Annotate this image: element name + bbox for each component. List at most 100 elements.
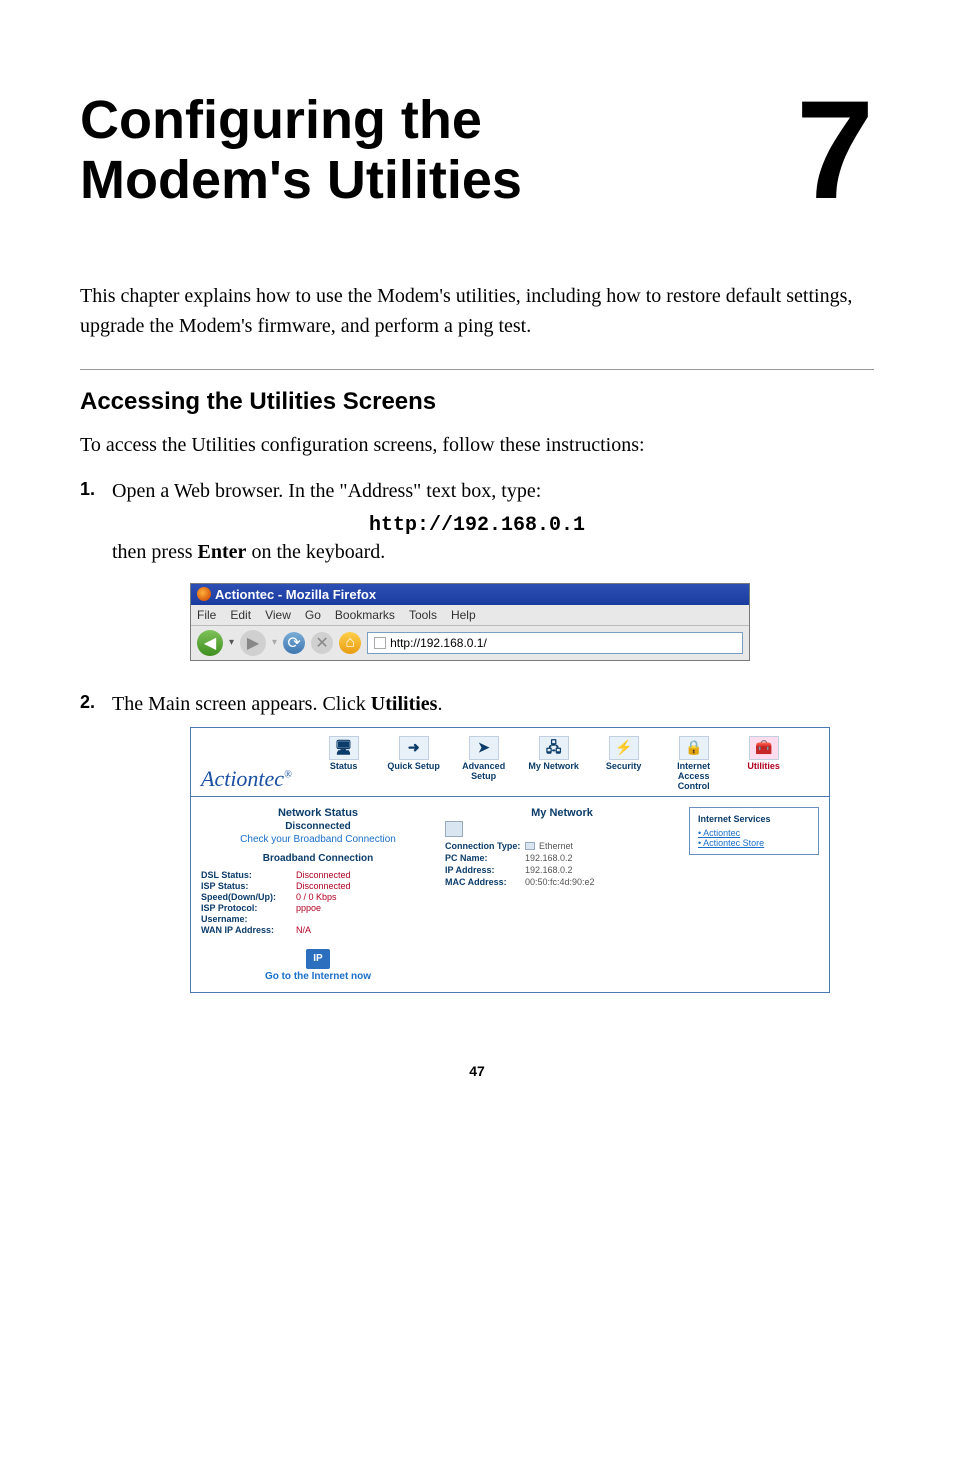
router-main-screen: Actiontec® 🖥 Status ➜ Quick Setup ➤Advance… — [190, 727, 830, 993]
back-button[interactable]: ◀ — [197, 630, 223, 656]
step-2-number: 2. — [80, 689, 112, 713]
router-mid-col: My Network Connection Type:Ethernet PC N… — [445, 807, 679, 982]
browser-title-text: Actiontec - Mozilla Firefox — [215, 587, 376, 602]
menu-help[interactable]: Help — [451, 608, 476, 622]
tab-my-network-label: My Network — [528, 762, 579, 772]
browser-toolbar: ◀ ▾ ▶ ▾ ⟳ ✕ ⌂ http://192.168.0.1/ — [191, 626, 749, 660]
step-1-after-prefix: then press — [112, 541, 198, 563]
router-right-col: Internet Services • Actiontec • Actionte… — [689, 807, 819, 982]
menu-edit[interactable]: Edit — [230, 608, 251, 622]
tab-utilities[interactable]: 🧰 Utilities — [732, 736, 796, 792]
step-2-text: The Main screen appears. Click Utilities… — [112, 689, 874, 719]
status-icon: 🖥 — [329, 736, 359, 760]
tab-internet-access[interactable]: 🔒Internet Access Control — [662, 736, 726, 792]
internet-services-title: Internet Services — [698, 814, 810, 824]
conn-type-key: Connection Type: — [445, 841, 525, 851]
tab-advanced-setup[interactable]: ➤Advanced Setup — [452, 736, 516, 792]
title-line2: Modem's Utilities — [80, 150, 522, 210]
isp-status-key: ISP Status: — [201, 881, 296, 891]
tab-status-label: Status — [330, 762, 358, 772]
speed-val: 0 / 0 Kbps — [296, 892, 337, 902]
tab-utilities-label: Utilities — [747, 762, 780, 772]
router-tabs: 🖥 Status ➜ Quick Setup ➤Advanced Setup 🖧My… — [312, 736, 819, 792]
home-icon[interactable]: ⌂ — [339, 632, 361, 654]
check-connection-link[interactable]: Check your Broadband Connection — [201, 834, 435, 845]
menu-bookmarks[interactable]: Bookmarks — [335, 608, 395, 622]
section-heading: Accessing the Utilities Screens — [80, 388, 874, 416]
tab-security[interactable]: ⚡ Security — [592, 736, 656, 792]
reload-icon[interactable]: ⟳ — [283, 632, 305, 654]
tab-security-label: Security — [606, 762, 642, 772]
network-status-title: Network Status — [201, 807, 435, 819]
step-2: 2. The Main screen appears. Click Utilit… — [80, 689, 874, 719]
menu-file[interactable]: File — [197, 608, 216, 622]
step-1-after-bold: Enter — [198, 541, 247, 563]
router-header: Actiontec® 🖥 Status ➜ Quick Setup ➤Advance… — [191, 728, 829, 797]
advanced-setup-icon: ➤ — [469, 736, 499, 760]
ip-addr-key: IP Address: — [445, 865, 525, 875]
network-icon — [445, 821, 463, 837]
tab-quick-setup[interactable]: ➜ Quick Setup — [382, 736, 446, 792]
dsl-status-key: DSL Status: — [201, 870, 296, 880]
back-dropdown[interactable]: ▾ — [229, 637, 234, 648]
tab-my-network[interactable]: 🖧My Network — [522, 736, 586, 792]
browser-window: Actiontec - Mozilla Firefox File Edit Vi… — [190, 583, 750, 661]
page-icon — [374, 637, 386, 649]
broadband-conn-title: Broadband Connection — [201, 853, 435, 864]
go-internet-block: IP Go to the Internet now — [201, 949, 435, 982]
stop-icon[interactable]: ✕ — [311, 632, 333, 654]
address-url: http://192.168.0.1/ — [390, 636, 487, 650]
dsl-status-val: Disconnected — [296, 870, 351, 880]
tab-internet-access-label: Internet Access Control — [662, 762, 726, 792]
ip-addr-val: 192.168.0.2 — [525, 865, 573, 875]
lock-icon: 🔒 — [679, 736, 709, 760]
brand-logo: Actiontec® — [201, 766, 292, 792]
step-2-suffix: . — [437, 693, 442, 715]
service-link-store[interactable]: • Actiontec Store — [698, 838, 810, 848]
network-status-value: Disconnected — [201, 821, 435, 832]
go-internet-link[interactable]: Go to the Internet now — [265, 971, 371, 982]
divider — [80, 369, 874, 370]
pc-name-key: PC Name: — [445, 853, 525, 863]
pc-name-val: 192.168.0.2 — [525, 853, 573, 863]
step-2-prefix: The Main screen appears. Click — [112, 693, 371, 715]
chapter-number: 7 — [776, 90, 874, 209]
brand-text: Actiontec — [201, 766, 284, 791]
title-line1: Configuring the — [80, 90, 482, 150]
firefox-icon — [197, 587, 211, 601]
my-network-icon-row — [445, 821, 679, 837]
step-1: 1. Open a Web browser. In the "Address" … — [80, 476, 874, 506]
router-left-col: Network Status Disconnected Check your B… — [201, 807, 435, 982]
security-icon: ⚡ — [609, 736, 639, 760]
step-1-text: Open a Web browser. In the "Address" tex… — [112, 476, 874, 506]
wan-ip-val: N/A — [296, 925, 311, 935]
quick-setup-icon: ➜ — [399, 736, 429, 760]
browser-menubar: File Edit View Go Bookmarks Tools Help — [191, 605, 749, 626]
step-2-bold: Utilities — [371, 693, 438, 715]
tab-quick-setup-label: Quick Setup — [387, 762, 440, 772]
internet-services-box: Internet Services • Actiontec • Actionte… — [689, 807, 819, 855]
forward-dropdown[interactable]: ▾ — [272, 637, 277, 648]
step-1-number: 1. — [80, 476, 112, 500]
conn-type-val: Ethernet — [525, 841, 573, 851]
mac-key: MAC Address: — [445, 877, 525, 887]
service-link-actiontec[interactable]: • Actiontec — [698, 828, 810, 838]
menu-tools[interactable]: Tools — [409, 608, 437, 622]
address-bar[interactable]: http://192.168.0.1/ — [367, 632, 743, 654]
mac-val: 00:50:fc:4d:90:e2 — [525, 877, 595, 887]
menu-view[interactable]: View — [265, 608, 291, 622]
ethernet-icon — [525, 842, 535, 850]
step-1-after-suffix: on the keyboard. — [246, 541, 385, 563]
ip-icon: IP — [306, 949, 330, 969]
section-intro: To access the Utilities configuration sc… — [80, 430, 874, 460]
tab-status[interactable]: 🖥 Status — [312, 736, 376, 792]
forward-button[interactable]: ▶ — [240, 630, 266, 656]
utilities-icon: 🧰 — [749, 736, 779, 760]
wan-ip-key: WAN IP Address: — [201, 925, 296, 935]
step-1-code: http://192.168.0.1 — [80, 514, 874, 537]
step-1-after: then press Enter on the keyboard. — [112, 537, 874, 567]
brand-suffix: ® — [284, 769, 292, 780]
tab-advanced-setup-label: Advanced Setup — [452, 762, 516, 782]
menu-go[interactable]: Go — [305, 608, 321, 622]
isp-proto-key: ISP Protocol: — [201, 903, 296, 913]
